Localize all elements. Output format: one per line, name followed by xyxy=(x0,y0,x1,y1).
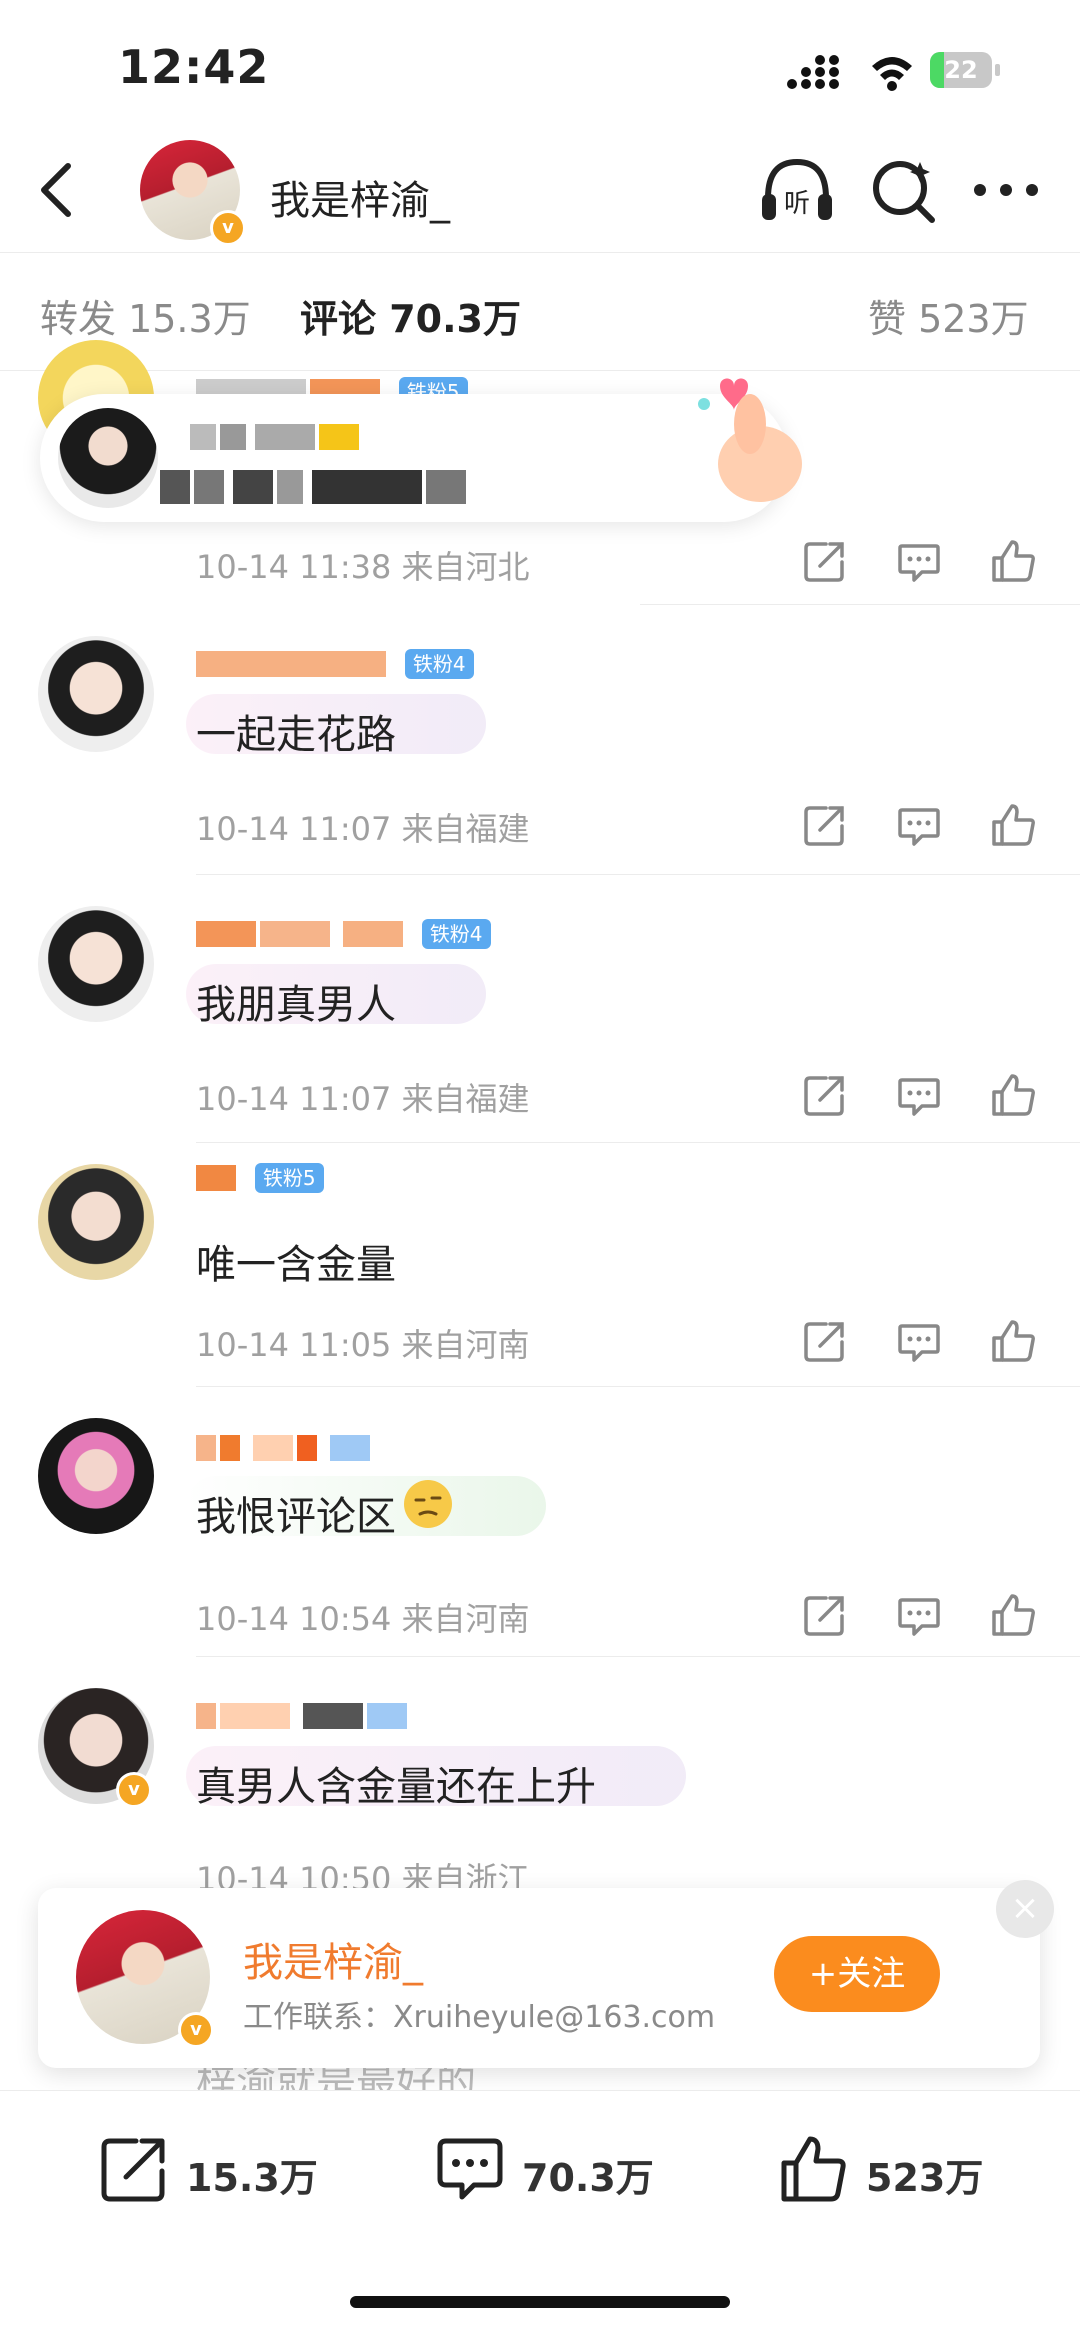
comment-button[interactable]: 70.3万 xyxy=(432,2131,682,2207)
reply-icon[interactable] xyxy=(894,800,944,850)
comment-item: 铁粉4 我朋真男人 10-14 11:07 来自福建 xyxy=(0,876,1080,1144)
comment-text: 我朋真男人 xyxy=(196,982,396,1028)
comment-text: 唯一含金量 xyxy=(196,1242,396,1288)
divider xyxy=(196,1142,1080,1143)
comment-actions xyxy=(800,1070,1040,1120)
status-time: 12:42 xyxy=(118,40,270,94)
reply-icon[interactable] xyxy=(894,1070,944,1120)
comment-item: 我恨评论区 10-14 10:54 来自河南 xyxy=(0,1388,1080,1658)
comment-username[interactable]: 铁粉5 xyxy=(196,1160,324,1193)
thumbs-up-icon xyxy=(781,2136,846,2202)
comment-meta: 10-14 11:38 来自河北 xyxy=(196,548,530,586)
battery-icon: 22 xyxy=(930,52,1002,90)
like-icon[interactable] xyxy=(988,1316,1038,1366)
comment-avatar[interactable] xyxy=(38,906,154,1022)
cellular-signal-icon xyxy=(787,55,839,89)
share-icon xyxy=(101,2138,165,2202)
repost-count: 15.3万 xyxy=(186,2156,318,2200)
comment-item: 铁粉4 一起走花路 10-14 11:07 来自福建 xyxy=(0,606,1080,876)
verified-badge-icon: v xyxy=(178,2012,214,2048)
comment-meta: 10-14 11:07 来自福建 xyxy=(196,810,530,848)
like-button[interactable]: 523万 xyxy=(776,2131,1016,2207)
share-icon[interactable] xyxy=(800,1316,850,1366)
divider xyxy=(196,1656,1080,1657)
comment-avatar[interactable] xyxy=(38,1164,154,1280)
tab-repost[interactable]: 转发 15.3万 xyxy=(40,288,251,343)
comment-avatar[interactable] xyxy=(38,1418,154,1534)
status-bar: 12:42 22 xyxy=(0,0,1080,130)
like-count: 523万 xyxy=(866,2156,984,2200)
comment-username[interactable]: 铁粉4 xyxy=(196,646,474,679)
back-arrow-icon[interactable] xyxy=(28,158,88,222)
comment-username[interactable] xyxy=(196,1430,374,1462)
comment-actions xyxy=(800,800,1040,850)
blurred-text xyxy=(160,470,470,504)
top-nav-bar: v 我是梓渝_ 听 xyxy=(0,130,1080,253)
reply-icon[interactable] xyxy=(894,1316,944,1366)
comment-actions xyxy=(800,1316,1040,1366)
verified-badge-icon: v xyxy=(116,1772,152,1808)
like-icon[interactable] xyxy=(988,1070,1038,1120)
repost-button[interactable]: 15.3万 xyxy=(96,2131,336,2207)
follow-card: v 我是梓渝_ 工作联系：Xruiheyule@163.com +关注 × xyxy=(38,1880,1054,2068)
listen-label: 听 xyxy=(784,189,810,219)
like-icon[interactable] xyxy=(988,800,1038,850)
battery-level: 22 xyxy=(944,56,978,84)
divider xyxy=(196,1386,1080,1387)
like-icon[interactable] xyxy=(988,536,1038,586)
comment-item: v 真男人含金量还在上升 10-14 10:50 来自浙江 xyxy=(0,1658,1080,1898)
comment-icon xyxy=(437,2138,503,2200)
fan-badge: 铁粉4 xyxy=(421,919,491,949)
bottom-action-bar: 15.3万 70.3万 523万 xyxy=(0,2090,1080,2261)
tab-comment[interactable]: 评论 70.3万 xyxy=(300,288,521,343)
comment-actions xyxy=(800,1590,1040,1640)
comment-item: 铁粉5 唯一含金量 10-14 11:05 来自河南 xyxy=(0,1144,1080,1388)
share-icon[interactable] xyxy=(800,1070,850,1120)
follow-button[interactable]: +关注 xyxy=(774,1936,940,2012)
stats-tabs: 转发 15.3万 评论 70.3万 赞 523万 xyxy=(0,252,1080,371)
divider xyxy=(196,874,1080,875)
close-icon[interactable]: × xyxy=(996,1880,1054,1938)
verified-badge-icon: v xyxy=(210,210,246,246)
follow-card-desc: 工作联系：Xruiheyule@163.com xyxy=(243,2000,716,2035)
comment-username[interactable]: 铁粉4 xyxy=(196,916,491,949)
comment-actions xyxy=(800,536,1040,586)
share-icon[interactable] xyxy=(800,1590,850,1640)
comment-username[interactable] xyxy=(196,1698,411,1730)
comment-meta: 10-14 10:54 来自河南 xyxy=(196,1600,530,1638)
share-icon[interactable] xyxy=(800,536,850,586)
follow-card-name[interactable]: 我是梓渝_ xyxy=(243,1930,423,1988)
bubble-avatar xyxy=(58,408,158,508)
fan-badge: 铁粉5 xyxy=(254,1163,324,1193)
comment-text: 一起走花路 xyxy=(196,712,396,758)
home-indicator[interactable] xyxy=(350,2296,730,2308)
comment-avatar[interactable] xyxy=(38,636,154,752)
comment-count: 70.3万 xyxy=(522,2156,654,2200)
heart-hand-sticker-icon xyxy=(698,378,802,502)
more-options-icon[interactable] xyxy=(970,170,1042,210)
share-icon[interactable] xyxy=(800,800,850,850)
comment-meta: 10-14 11:07 来自福建 xyxy=(196,1080,530,1118)
comment-text: 真男人含金量还在上升 xyxy=(196,1764,596,1810)
fan-badge: 铁粉4 xyxy=(404,649,474,679)
listen-headphones-icon[interactable]: 听 xyxy=(758,152,836,230)
divider xyxy=(640,604,1080,605)
comment-meta: 10-14 11:05 来自河南 xyxy=(196,1326,530,1364)
author-name[interactable]: 我是梓渝_ xyxy=(270,168,450,226)
wifi-icon xyxy=(872,57,912,91)
comment-text: 我恨评论区 xyxy=(196,1494,396,1540)
like-icon[interactable] xyxy=(988,1590,1038,1640)
tab-like[interactable]: 赞 523万 xyxy=(868,288,1029,343)
thinking-emoji-icon xyxy=(404,1480,452,1528)
blurred-username xyxy=(190,424,363,450)
reply-icon[interactable] xyxy=(894,1590,944,1640)
search-icon[interactable] xyxy=(870,156,940,226)
reply-icon[interactable] xyxy=(894,536,944,586)
user-bubble-popup[interactable] xyxy=(40,378,802,522)
